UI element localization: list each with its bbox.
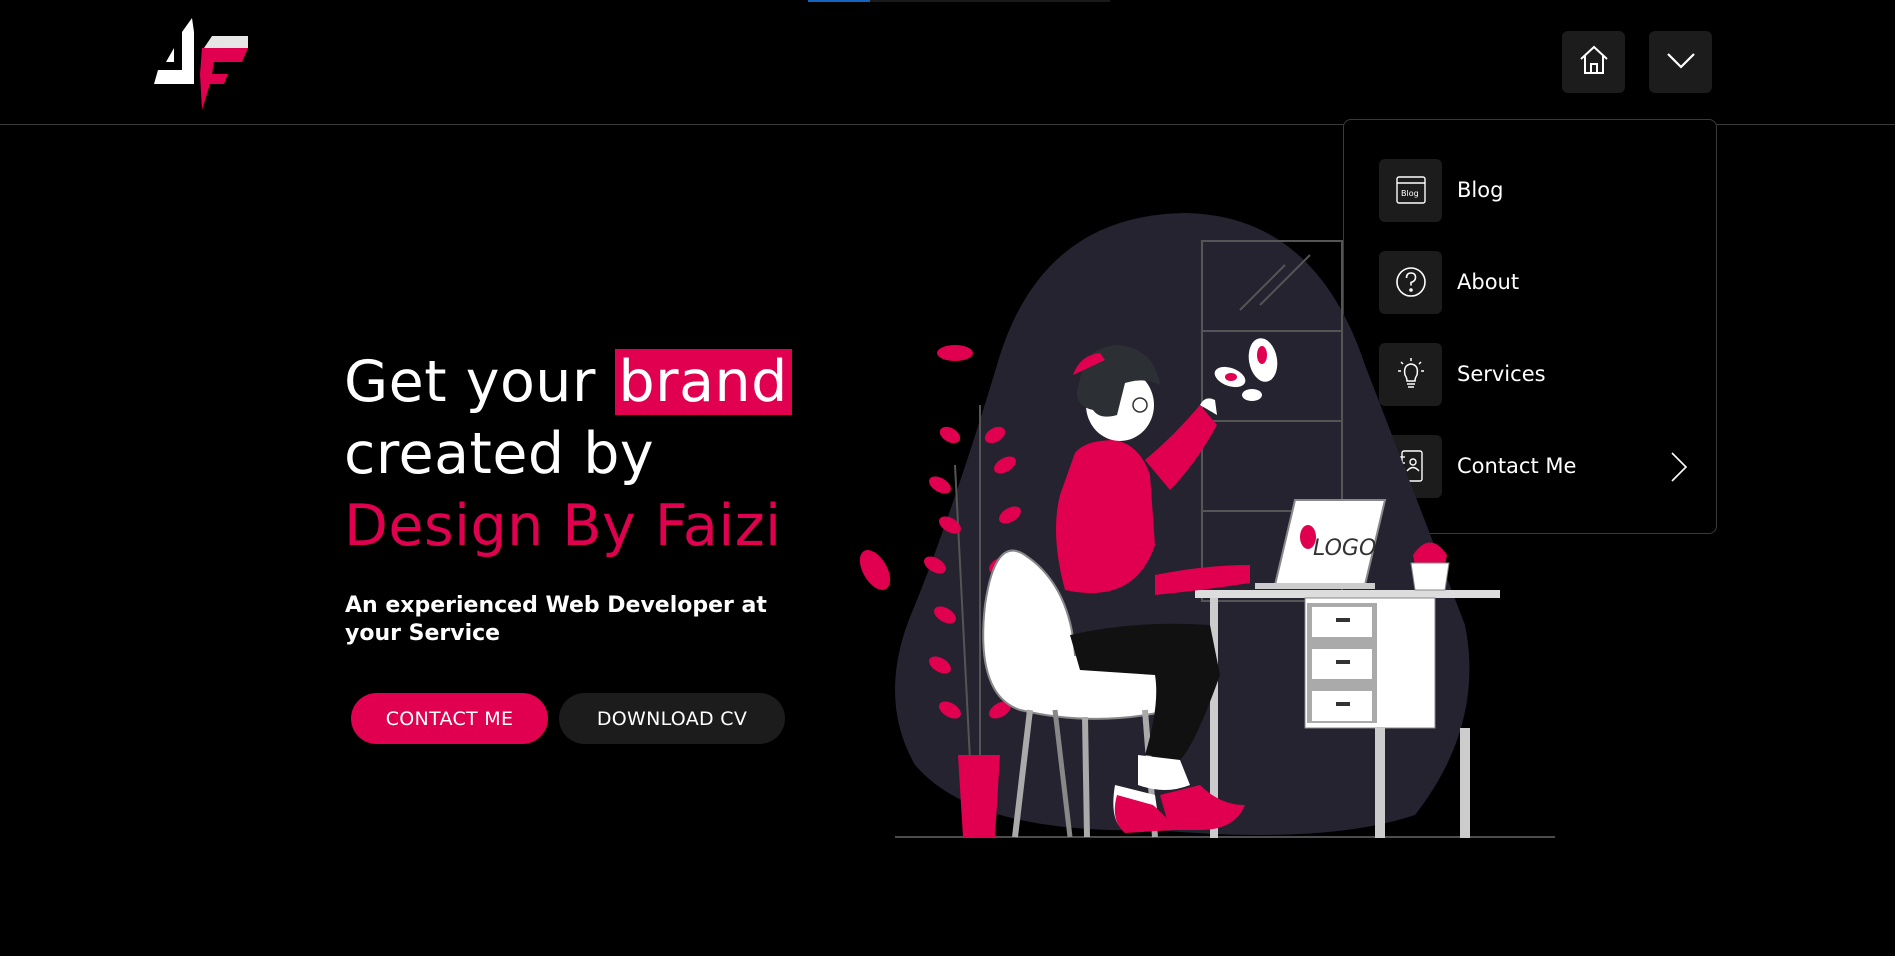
laptop-screen-text: LOGO bbox=[1313, 536, 1376, 561]
chevron-down-icon bbox=[1664, 43, 1698, 81]
menu-toggle-button[interactable] bbox=[1649, 31, 1712, 93]
hero-title-part2: created by bbox=[344, 421, 655, 487]
download-cv-button[interactable]: DOWNLOAD CV bbox=[559, 693, 785, 744]
site-header bbox=[0, 0, 1895, 125]
hero-subtitle: An experienced Web Developer at your Ser… bbox=[345, 593, 767, 646]
home-button[interactable] bbox=[1562, 31, 1625, 93]
home-icon bbox=[1577, 43, 1611, 81]
menu-item-label: Blog bbox=[1457, 178, 1504, 202]
hero-illustration: LOGO bbox=[855, 205, 1560, 845]
hero-title: Get your brand created by Design By Faiz… bbox=[344, 346, 814, 562]
hero-title-accent: Design By Faizi bbox=[344, 493, 782, 559]
hero-title-highlight: brand bbox=[614, 349, 792, 415]
jf-logo-icon[interactable] bbox=[152, 14, 250, 110]
hero-title-part1: Get your bbox=[344, 349, 615, 415]
chevron-right-icon[interactable] bbox=[1669, 451, 1689, 487]
contact-me-button[interactable]: CONTACT ME bbox=[351, 693, 548, 744]
svg-text:Blog: Blog bbox=[1401, 189, 1419, 198]
